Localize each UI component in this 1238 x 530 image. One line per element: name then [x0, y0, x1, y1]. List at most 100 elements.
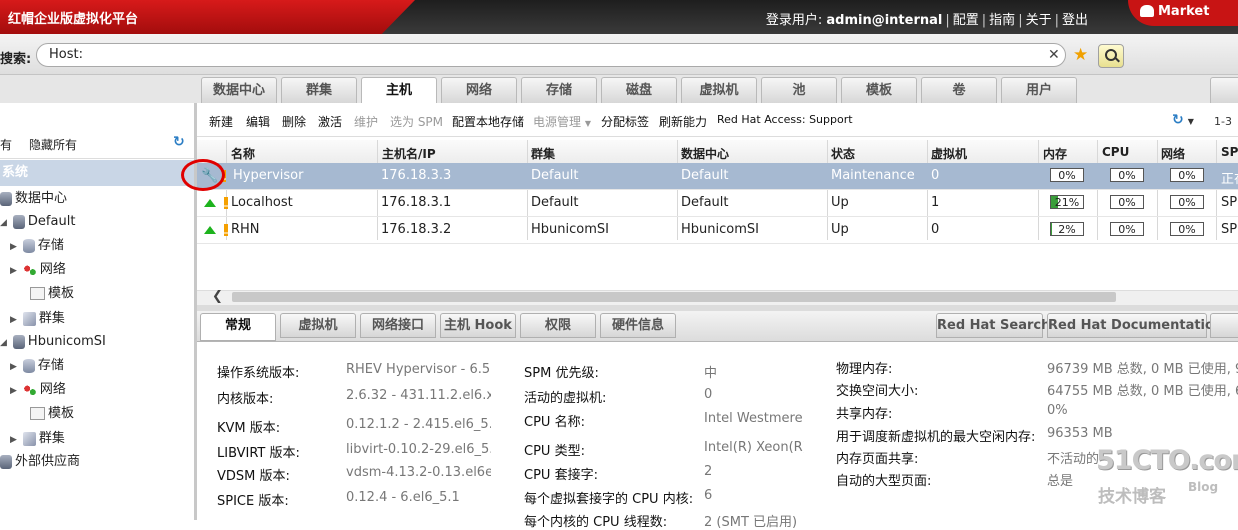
tree-system-node[interactable]: 系统	[0, 160, 194, 186]
config-link[interactable]: 配置	[953, 13, 979, 28]
bookmark-star-icon[interactable]: ★	[1073, 45, 1088, 65]
redhat-access-support-button[interactable]: Red Hat Access: Support	[717, 113, 853, 126]
memory-meter: 2%	[1050, 222, 1084, 236]
status-text: Up	[831, 195, 849, 210]
table-row[interactable]: RHN 176.18.3.2 HbunicomSI HbunicomSI Up …	[197, 217, 1238, 244]
subtab-redhat-search[interactable]: Red Hat Search	[936, 313, 1050, 338]
scrollbar-thumb[interactable]	[232, 292, 1116, 302]
network-icon	[22, 382, 37, 397]
tab-datacenter[interactable]: 数据中心	[201, 77, 277, 103]
datacenter-icon	[0, 191, 12, 206]
subtab-vms[interactable]: 虚拟机	[280, 313, 356, 338]
col-vms[interactable]: 虚拟机	[931, 145, 967, 162]
user-bar: 登录用户: admin@internal | 配置 | 指南 | 关于 | 登出	[765, 13, 1088, 28]
watermark-logo: 51CTO.com	[1096, 445, 1238, 476]
col-hostname[interactable]: 主机名/IP	[382, 145, 436, 162]
tree-item-default[interactable]: ◢ Default	[0, 211, 75, 233]
table-row[interactable]: Hypervisor 176.18.3.3 Default Default Ma…	[197, 163, 1238, 190]
tab-disks[interactable]: 磁盘	[601, 77, 677, 103]
tab-volumes[interactable]: 卷	[921, 77, 997, 103]
logout-link[interactable]: 登出	[1062, 13, 1088, 28]
tree-item-network[interactable]: ▶ 网络	[10, 259, 66, 281]
show-all-link[interactable]: 有	[0, 136, 12, 153]
subtab-nics[interactable]: 网络接口	[360, 313, 436, 338]
host-name: Hypervisor	[233, 168, 304, 183]
select-spm-button[interactable]: 选为 SPM	[390, 113, 443, 130]
refresh-icon[interactable]: ↻	[173, 134, 185, 150]
subtab-host-hooks[interactable]: 主机 Hook	[440, 313, 516, 338]
tab-more[interactable]	[1210, 77, 1238, 103]
brand-banner: 红帽企业版虚拟化平台	[0, 0, 415, 34]
tab-templates[interactable]: 模板	[841, 77, 917, 103]
subtab-redhat-documentation[interactable]: Red Hat Documentation	[1047, 313, 1223, 338]
grid-refresh-icon[interactable]: ↻ ▼	[1172, 112, 1194, 128]
about-link[interactable]: 关于	[1026, 13, 1052, 28]
maintenance-button[interactable]: 维护	[354, 113, 378, 130]
tree-item-datacenters[interactable]: 数据中心	[0, 188, 67, 210]
user-label: 登录用户:	[765, 13, 823, 28]
marketplace-button[interactable]: Market	[1128, 0, 1238, 26]
search-label: 搜索:	[0, 52, 32, 67]
tab-users[interactable]: 用户	[1001, 77, 1077, 103]
col-memory[interactable]: 内存	[1043, 145, 1067, 162]
network-meter: 0%	[1170, 222, 1204, 236]
col-network[interactable]: 网络	[1161, 145, 1185, 162]
watermark-subtitle: 技术博客	[1098, 487, 1166, 507]
tree-item-hbunicomsi[interactable]: ◢ HbunicomSI	[0, 331, 106, 353]
tree-item-cluster[interactable]: ▶ 群集	[10, 308, 65, 330]
tree-item-storage[interactable]: ▶ 存储	[10, 235, 64, 257]
refresh-capabilities-button[interactable]: 刷新能力	[659, 113, 707, 130]
power-management-menu[interactable]: 电源管理 ▼	[533, 113, 591, 130]
template-icon	[30, 287, 45, 300]
guide-link[interactable]: 指南	[989, 13, 1015, 28]
col-cpu[interactable]: CPU	[1102, 145, 1129, 159]
remove-button[interactable]: 删除	[282, 113, 306, 130]
tab-pools[interactable]: 池	[761, 77, 837, 103]
tree-item-network-2[interactable]: ▶ 网络	[10, 379, 66, 401]
brand-title: 红帽企业版虚拟化平台	[8, 12, 139, 27]
datacenter-icon	[12, 334, 25, 349]
up-arrow-icon	[204, 199, 216, 207]
subtab-more[interactable]	[1210, 313, 1238, 338]
assign-tags-button[interactable]: 分配标签	[601, 113, 649, 130]
subtab-general[interactable]: 常规	[200, 313, 276, 341]
activate-button[interactable]: 激活	[318, 113, 342, 130]
watermark-blog: Blog	[1188, 480, 1219, 494]
memory-meter: 0%	[1050, 168, 1084, 182]
alert-icon	[224, 224, 228, 236]
memory-meter: 21%	[1050, 195, 1084, 209]
hide-all-link[interactable]: 隐藏所有	[29, 136, 77, 153]
clear-icon[interactable]: ✕	[1048, 47, 1060, 63]
col-name[interactable]: 名称	[231, 145, 255, 162]
cluster-icon	[22, 431, 36, 446]
tab-vms[interactable]: 虚拟机	[681, 77, 757, 103]
host-name: RHN	[231, 222, 260, 237]
tab-storage[interactable]: 存储	[521, 77, 597, 103]
config-local-storage-button[interactable]: 配置本地存储	[452, 113, 524, 130]
col-datacenter[interactable]: 数据中心	[681, 145, 729, 162]
datacenter-icon	[12, 214, 25, 229]
tree-item-cluster-2[interactable]: ▶ 群集	[10, 428, 65, 450]
pager-range: 1-3	[1214, 115, 1232, 128]
tree-item-storage-2[interactable]: ▶ 存储	[10, 355, 64, 377]
col-status[interactable]: 状态	[831, 145, 855, 162]
tab-hosts[interactable]: 主机	[361, 77, 437, 105]
new-button[interactable]: 新建	[209, 113, 233, 130]
host-name: Localhost	[231, 195, 293, 210]
status-text: Up	[831, 222, 849, 237]
search-button[interactable]	[1098, 44, 1124, 68]
tree-item-templates[interactable]: 模板	[30, 283, 74, 305]
search-input[interactable]: Host:	[36, 43, 1066, 67]
tree-item-external-providers[interactable]: 外部供应商	[0, 451, 80, 473]
scroll-left-icon[interactable]: ❮	[212, 289, 223, 304]
table-row[interactable]: Localhost 176.18.3.1 Default Default Up …	[197, 190, 1238, 217]
subtab-hardware[interactable]: 硬件信息	[600, 313, 676, 338]
status-text: Maintenance	[831, 168, 915, 183]
tab-networks[interactable]: 网络	[441, 77, 517, 103]
col-spm[interactable]: SP	[1221, 145, 1238, 159]
tree-item-templates-2[interactable]: 模板	[30, 403, 74, 425]
tab-clusters[interactable]: 群集	[281, 77, 357, 103]
col-cluster[interactable]: 群集	[531, 145, 555, 162]
subtab-permissions[interactable]: 权限	[520, 313, 596, 338]
edit-button[interactable]: 编辑	[246, 113, 270, 130]
